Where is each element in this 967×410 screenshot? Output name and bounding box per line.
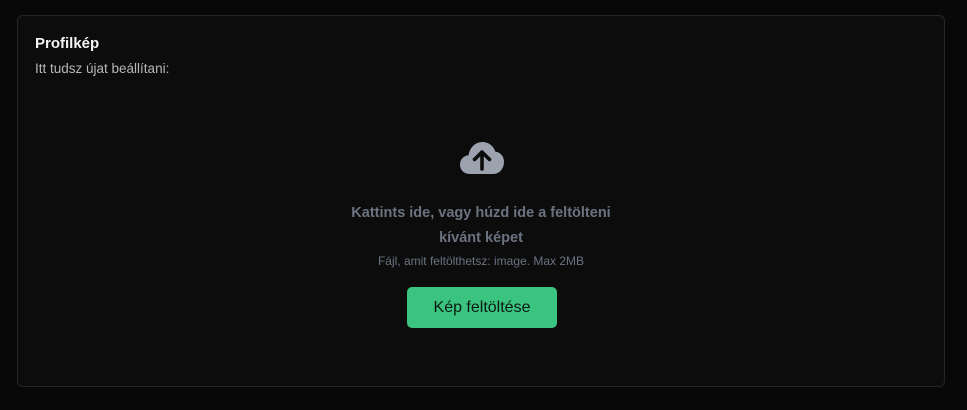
profile-picture-card: Profilkép Itt tudsz újat beállítani: Kat… xyxy=(17,15,945,387)
dropzone-instruction-line2: kívánt képet xyxy=(439,230,523,246)
upload-image-button[interactable]: Kép feltöltése xyxy=(407,287,557,328)
file-dropzone[interactable]: Kattints ide, vagy húzd ide a feltölteni… xyxy=(18,126,944,366)
card-title: Profilkép xyxy=(35,35,100,52)
file-type-hint: Fájl, amit feltölthetsz: image. Max 2MB xyxy=(377,254,585,268)
dropzone-instruction-line1: Kattints ide, vagy húzd ide a feltölteni xyxy=(351,205,611,221)
card-subtitle: Itt tudsz újat beállítani: xyxy=(35,61,170,76)
cloud-upload-icon xyxy=(460,142,504,174)
